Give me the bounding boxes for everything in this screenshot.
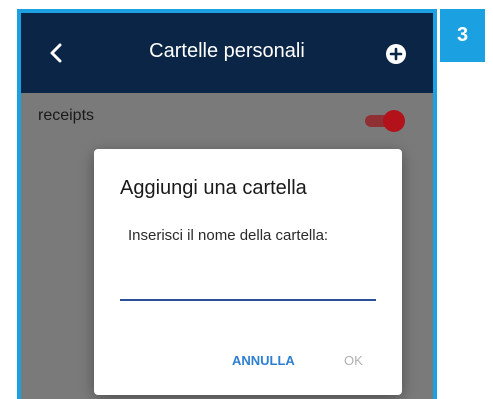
dialog-title: Aggiungi una cartella xyxy=(120,177,307,199)
folder-label: receipts xyxy=(38,107,95,124)
ok-button[interactable]: OK xyxy=(344,353,363,368)
toggle-thumb xyxy=(383,110,405,132)
cancel-button[interactable]: ANNULLA xyxy=(232,353,295,368)
page-title: Cartelle personali xyxy=(149,40,305,62)
dialog-message: Inserisci il nome della cartella: xyxy=(128,227,329,244)
plus-circle-icon[interactable] xyxy=(385,43,407,65)
folder-toggle[interactable] xyxy=(363,110,407,132)
folder-row[interactable]: receipts xyxy=(21,93,433,143)
add-folder-dialog: Aggiungi una cartella Inserisci il nome … xyxy=(94,149,402,395)
step-badge: 3 xyxy=(440,9,485,62)
phone-screen: Cartelle personali receipts Aggiungi una… xyxy=(17,9,437,399)
app-bar: Cartelle personali xyxy=(21,13,433,93)
folder-name-input[interactable] xyxy=(120,275,376,301)
